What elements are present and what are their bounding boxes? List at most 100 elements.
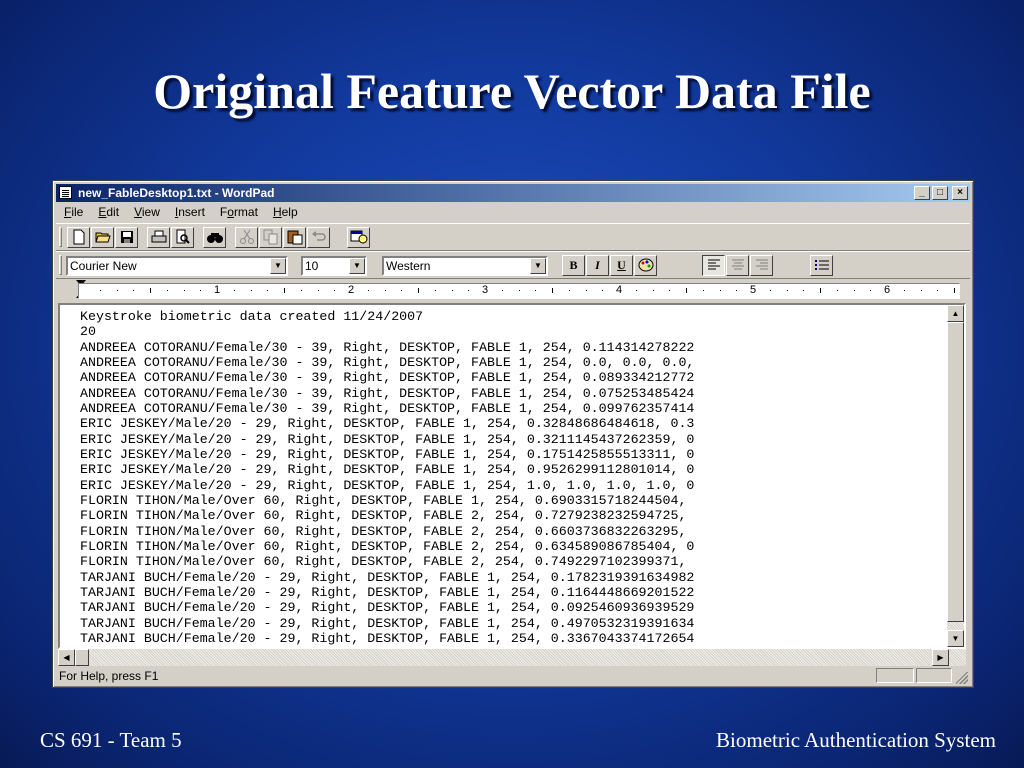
footer-left: CS 691 - Team 5 [40, 728, 182, 752]
find-icon[interactable] [203, 227, 226, 248]
ruler-dot [769, 290, 771, 291]
menu-insert[interactable]: Insert [167, 203, 212, 221]
copy-icon[interactable] [259, 227, 282, 248]
title-bar[interactable]: new_FableDesktop1.txt - WordPad _ □ × [56, 184, 970, 202]
script-select[interactable]: Western ▼ [382, 256, 548, 276]
vertical-scrollbar[interactable]: ▲ ▼ [947, 305, 964, 647]
document-line[interactable]: 20 [80, 324, 942, 339]
font-name-select[interactable]: Courier New ▼ [66, 256, 288, 276]
document-line[interactable]: FLORIN TIHON/Male/Over 60, Right, DESKTO… [80, 524, 942, 539]
ruler-number: 5 [750, 284, 757, 296]
ruler-dot [736, 290, 738, 291]
document-line[interactable]: TARJANI BUCH/Female/20 - 29, Right, DESK… [80, 585, 942, 600]
scroll-right-button[interactable]: ▶ [932, 649, 949, 666]
font-name-value: Courier New [70, 259, 137, 273]
menu-help[interactable]: Help [265, 203, 305, 221]
underline-button[interactable]: U [610, 255, 633, 276]
align-left-icon[interactable] [702, 255, 725, 276]
close-button[interactable]: × [952, 186, 968, 200]
ruler-half-tick [954, 288, 955, 293]
document-line[interactable]: Keystroke biometric data created 11/24/2… [80, 309, 942, 324]
ruler-dot [535, 290, 537, 291]
chevron-down-icon[interactable]: ▼ [530, 258, 546, 274]
document-line[interactable]: FLORIN TIHON/Male/Over 60, Right, DESKTO… [80, 508, 942, 523]
chevron-down-icon[interactable]: ▼ [349, 258, 365, 274]
new-icon[interactable] [67, 227, 90, 248]
status-panel [876, 668, 914, 683]
formatbar-grip[interactable] [59, 255, 62, 275]
document-line[interactable]: ERIC JESKEY/Male/20 - 29, Right, DESKTOP… [80, 478, 942, 493]
open-icon[interactable] [91, 227, 114, 248]
chevron-down-icon[interactable]: ▼ [270, 258, 286, 274]
ruler-dot [518, 290, 520, 291]
scroll-down-button[interactable]: ▼ [947, 630, 964, 647]
ruler-dot [903, 290, 905, 291]
document-line[interactable]: ANDREEA COTORANU/Female/30 - 39, Right, … [80, 370, 942, 385]
document-line[interactable]: ERIC JESKEY/Male/20 - 29, Right, DESKTOP… [80, 416, 942, 431]
horizontal-scroll-thumb[interactable] [75, 649, 89, 666]
ruler-dot [434, 290, 436, 291]
print-icon[interactable] [147, 227, 170, 248]
document-line[interactable]: FLORIN TIHON/Male/Over 60, Right, DESKTO… [80, 554, 942, 569]
document-line[interactable]: TARJANI BUCH/Female/20 - 29, Right, DESK… [80, 600, 942, 615]
scroll-up-button[interactable]: ▲ [947, 305, 964, 322]
maximize-button[interactable]: □ [932, 186, 948, 200]
ruler-number: 1 [214, 284, 221, 296]
align-center-icon[interactable] [726, 255, 749, 276]
document-line[interactable]: ANDREEA COTORANU/Female/30 - 39, Right, … [80, 401, 942, 416]
toolbar-grip[interactable] [59, 227, 62, 247]
format-bar: Courier New ▼ 10 ▼ Western ▼ B I U [56, 251, 970, 279]
align-right-icon[interactable] [750, 255, 773, 276]
ruler-dot [317, 290, 319, 291]
document-line[interactable]: ANDREEA COTORANU/Female/30 - 39, Right, … [80, 340, 942, 355]
bullets-icon[interactable] [810, 255, 833, 276]
scroll-left-button[interactable]: ◀ [58, 649, 75, 666]
document-line[interactable]: TARJANI BUCH/Female/20 - 29, Right, DESK… [80, 570, 942, 585]
save-icon[interactable] [115, 227, 138, 248]
resize-grip-icon[interactable] [956, 672, 968, 684]
document-line[interactable]: TARJANI BUCH/Female/20 - 29, Right, DESK… [80, 616, 942, 631]
ruler-dot [200, 290, 202, 291]
document-line[interactable]: FLORIN TIHON/Male/Over 60, Right, DESKTO… [80, 493, 942, 508]
document-editor[interactable]: Keystroke biometric data created 11/24/2… [58, 303, 966, 649]
ruler-dot [853, 290, 855, 291]
menu-file[interactable]: File [56, 203, 90, 221]
bold-button[interactable]: B [562, 255, 585, 276]
ruler-dot [920, 290, 922, 291]
minimize-button[interactable]: _ [914, 186, 930, 200]
document-line[interactable]: FLORIN TIHON/Male/Over 60, Right, DESKTO… [80, 539, 942, 554]
print-preview-icon[interactable] [171, 227, 194, 248]
document-line[interactable]: ERIC JESKEY/Male/20 - 29, Right, DESKTOP… [80, 462, 942, 477]
ruler-dot [585, 290, 587, 291]
paste-icon[interactable] [283, 227, 306, 248]
italic-button[interactable]: I [586, 255, 609, 276]
document-line[interactable]: ANDREEA COTORANU/Female/30 - 39, Right, … [80, 386, 942, 401]
wordpad-window: new_FableDesktop1.txt - WordPad _ □ × Fi… [52, 180, 974, 688]
horizontal-scrollbar[interactable]: ◀ ▶ [58, 649, 966, 666]
document-text[interactable]: Keystroke biometric data created 11/24/2… [80, 309, 942, 646]
ruler-dot [652, 290, 654, 291]
font-size-select[interactable]: 10 ▼ [301, 256, 367, 276]
ruler-dot [116, 290, 118, 291]
vertical-scroll-thumb[interactable] [947, 322, 964, 622]
status-bar: For Help, press F1 [56, 667, 970, 685]
undo-icon[interactable] [307, 227, 330, 248]
cut-icon[interactable] [235, 227, 258, 248]
document-line[interactable]: ANDREEA COTORANU/Female/30 - 39, Right, … [80, 355, 942, 370]
insert-date-time-icon[interactable] [347, 227, 370, 248]
ruler-dot [836, 290, 838, 291]
menu-format[interactable]: Format [212, 203, 265, 221]
ruler[interactable]: 1 2 3 4 5 6 [56, 280, 970, 300]
ruler-half-tick [150, 288, 151, 293]
ruler-dot [300, 290, 302, 291]
menu-edit[interactable]: Edit [90, 203, 126, 221]
document-line[interactable]: ERIC JESKEY/Male/20 - 29, Right, DESKTOP… [80, 432, 942, 447]
standard-toolbar [56, 223, 970, 251]
ruler-strip: 1 2 3 4 5 6 [78, 283, 960, 299]
ruler-half-tick [686, 288, 687, 293]
document-line[interactable]: ERIC JESKEY/Male/20 - 29, Right, DESKTOP… [80, 447, 942, 462]
ruler-half-tick [552, 288, 553, 293]
menu-view[interactable]: View [126, 203, 167, 221]
document-line[interactable]: TARJANI BUCH/Female/20 - 29, Right, DESK… [80, 631, 942, 646]
color-palette-icon[interactable] [634, 255, 657, 276]
